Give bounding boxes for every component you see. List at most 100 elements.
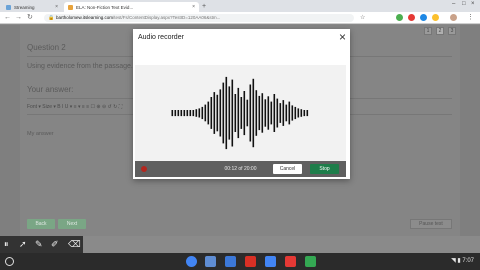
dialog-title: Audio recorder xyxy=(138,34,184,41)
waveform-bar xyxy=(222,82,225,144)
lock-icon: 🔒 xyxy=(48,15,55,21)
waveform-bar xyxy=(198,108,201,118)
pen-icon[interactable]: ✎ xyxy=(35,238,43,250)
tab-label: Streaming xyxy=(14,4,35,10)
close-icon[interactable]: × xyxy=(339,30,346,44)
close-tab-icon[interactable]: × xyxy=(192,4,195,10)
waveform-bar xyxy=(201,106,204,120)
pause-icon[interactable]: ⏸ xyxy=(4,238,9,250)
tab-ela-test[interactable]: ELA: Non-Fiction Text Evid... × xyxy=(64,2,199,12)
cancel-button[interactable]: Cancel xyxy=(273,164,302,174)
waveform-bar xyxy=(273,94,276,132)
waveform-bar xyxy=(237,87,240,139)
waveform-bar xyxy=(282,100,285,126)
pen-toolbar: ⏸ ➚ ✎ ✐ ⌫ xyxy=(0,236,83,253)
answer-label: Your answer: xyxy=(27,85,74,94)
waveform-bar xyxy=(195,109,198,117)
question-text: Using evidence from the passage... xyxy=(27,63,137,70)
system-tray[interactable]: ◥ ▮ 7:07 xyxy=(451,256,474,267)
eraser-icon[interactable]: ⌫ xyxy=(68,238,81,250)
waveform-bar xyxy=(231,79,234,147)
reload-icon[interactable]: ↻ xyxy=(27,13,33,23)
marker-icon[interactable]: ✐ xyxy=(51,238,59,250)
waveform-bar xyxy=(192,110,195,117)
star-icon[interactable]: ☆ xyxy=(360,13,365,23)
waveform-bar xyxy=(207,101,210,125)
extension-icon[interactable] xyxy=(396,14,403,21)
waveform-bar xyxy=(171,110,174,117)
youtube-icon[interactable] xyxy=(285,256,296,267)
browser-toolbar: ← → ↻ 🔒 bartholomew.itslearning.com/test… xyxy=(0,12,480,24)
waveform-bar xyxy=(246,99,249,127)
waveform-bar xyxy=(234,94,237,132)
page-number-2[interactable]: 2 xyxy=(436,27,444,35)
audio-recorder-dialog: Audio recorder × 00:12 of 20:00 Cancel S… xyxy=(133,29,350,179)
avatar[interactable] xyxy=(450,14,457,21)
waveform xyxy=(171,76,309,150)
extension-icon[interactable] xyxy=(408,14,415,21)
waveform-bar xyxy=(267,96,270,130)
maximize-icon[interactable]: □ xyxy=(462,1,466,7)
pause-test-button[interactable]: Pause test xyxy=(410,219,452,229)
forward-arrow-icon[interactable]: → xyxy=(15,13,22,23)
waveform-bar xyxy=(243,91,246,136)
menu-icon[interactable]: ⋮ xyxy=(467,13,474,23)
chrome-icon[interactable] xyxy=(186,256,197,267)
browser-tab-bar: Streaming × ELA: Non-Fiction Text Evid..… xyxy=(0,0,480,12)
waveform-bar xyxy=(261,93,264,133)
minimize-icon[interactable]: – xyxy=(452,1,455,7)
editor-toolbar[interactable]: Font ▾ Size ▾ B I U ▾ ≡ ▾ ≡ ≡ ☐ ⊕ ⊖ ↺ ↻ … xyxy=(27,104,122,110)
waveform-bar xyxy=(240,97,243,129)
waveform-bar xyxy=(183,110,186,117)
stop-button[interactable]: Stop xyxy=(310,164,339,174)
launcher-icon[interactable] xyxy=(5,257,14,266)
waveform-bar xyxy=(276,98,279,128)
back-arrow-icon[interactable]: ← xyxy=(4,13,11,23)
extension-icon[interactable] xyxy=(432,14,439,21)
waveform-bar xyxy=(258,95,261,131)
page-number-3[interactable]: 3 xyxy=(448,27,456,35)
itslearning-favicon-icon xyxy=(68,4,73,10)
url-host: bartholomew.itslearning.com xyxy=(56,15,114,20)
waveform-bar xyxy=(228,86,231,140)
waveform-bar xyxy=(270,101,273,125)
waveform-bar xyxy=(285,104,288,122)
recorder-controls: 00:12 of 20:00 Cancel Stop xyxy=(135,161,346,177)
gmail-icon[interactable] xyxy=(245,256,256,267)
waveform-bar xyxy=(216,94,219,132)
clock: 7:07 xyxy=(462,258,474,264)
waveform-bar xyxy=(180,110,183,117)
waveform-bar xyxy=(288,101,291,125)
play-icon[interactable] xyxy=(305,256,316,267)
url-path: /test/Fs/ContentDisplay.aspx?TestID=120A… xyxy=(113,15,221,20)
tab-label: ELA: Non-Fiction Text Evid... xyxy=(76,4,134,10)
pointer-icon[interactable]: ➚ xyxy=(19,238,27,250)
extension-icon[interactable] xyxy=(420,14,427,21)
docs-icon[interactable] xyxy=(265,256,276,267)
camera-icon[interactable] xyxy=(205,256,216,267)
waveform-bar xyxy=(186,110,189,117)
waveform-bar xyxy=(279,103,282,123)
tab-streaming[interactable]: Streaming × xyxy=(2,2,62,12)
question-title: Question 2 xyxy=(27,43,66,52)
address-bar[interactable]: 🔒 bartholomew.itslearning.com/test/Fs/Co… xyxy=(44,14,354,22)
new-tab-icon[interactable]: + xyxy=(202,2,206,11)
close-tab-icon[interactable]: × xyxy=(55,4,58,10)
waveform-bar xyxy=(291,105,294,121)
waveform-bar xyxy=(300,109,303,117)
waveform-bar xyxy=(303,110,306,117)
waveform-bar xyxy=(255,90,258,136)
waveform-bar xyxy=(249,84,252,142)
waveform-bar xyxy=(219,89,222,137)
page-number-1[interactable]: 1 xyxy=(424,27,432,35)
next-button[interactable]: Next xyxy=(58,219,86,229)
files-icon[interactable] xyxy=(225,256,236,267)
answer-editor[interactable]: My answer xyxy=(27,131,54,137)
back-button[interactable]: Back xyxy=(27,219,55,229)
waveform-bar xyxy=(210,97,213,129)
waveform-bar xyxy=(264,99,267,127)
os-shelf: ◥ ▮ 7:07 xyxy=(0,253,480,270)
streaming-favicon-icon xyxy=(6,4,11,10)
close-window-icon[interactable]: × xyxy=(471,1,475,7)
waveform-bar xyxy=(177,110,180,117)
